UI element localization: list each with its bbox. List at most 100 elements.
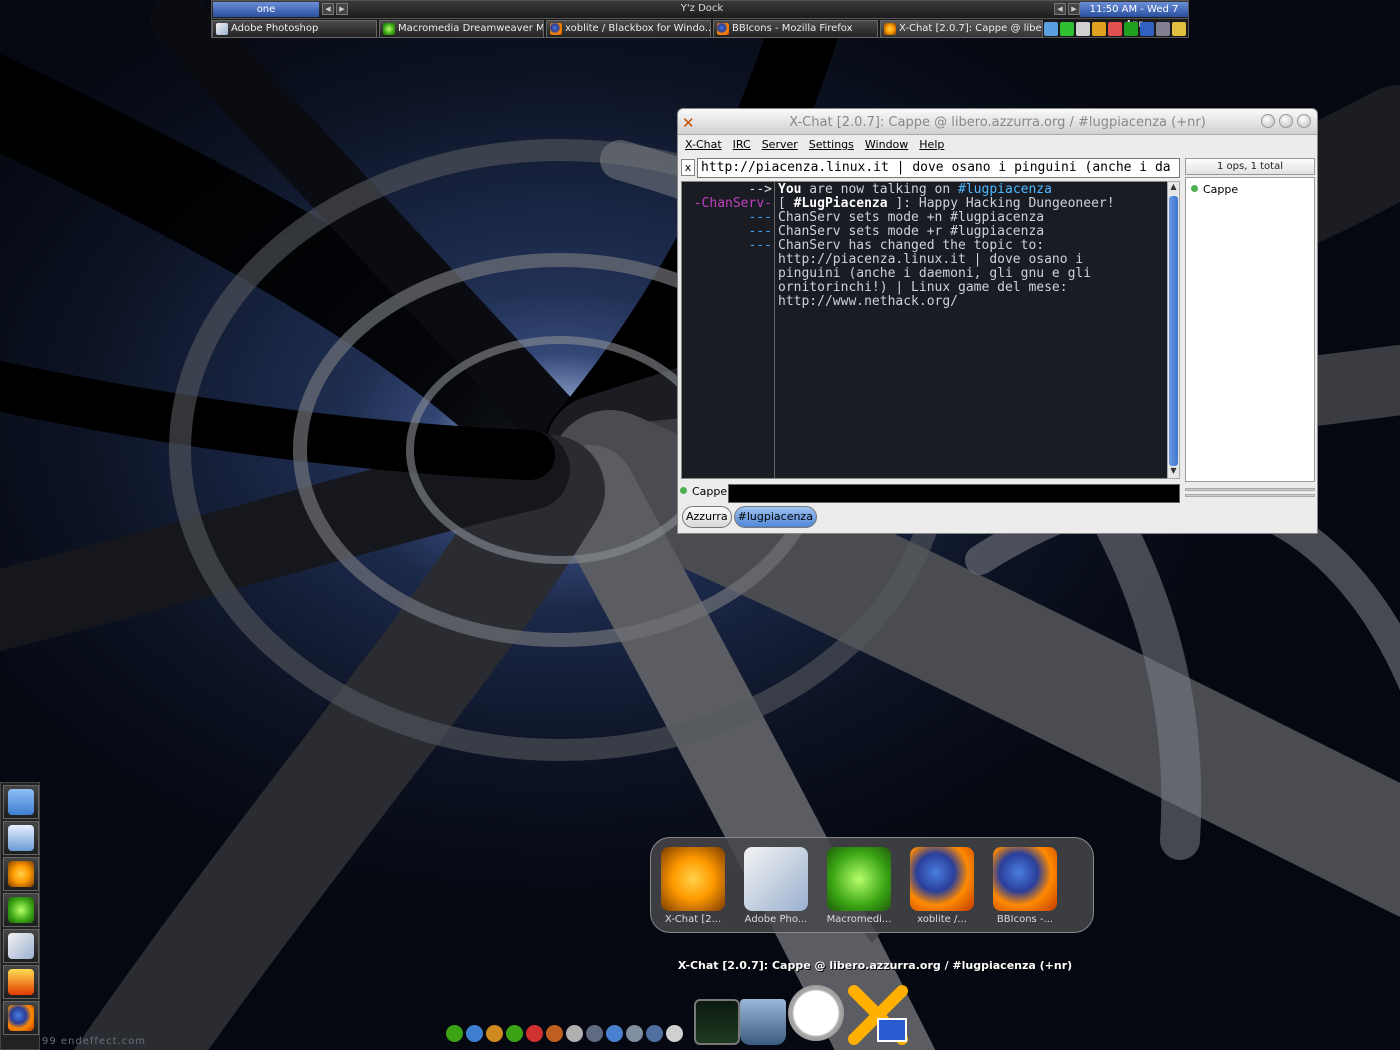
url-link[interactable]: http://www.nethack.org/	[778, 295, 1164, 309]
next-window-button[interactable]: ▶	[1068, 3, 1080, 15]
launch-dreamweaver[interactable]	[3, 893, 39, 927]
tab-lugpiacenza[interactable]: #lugpiacenza	[733, 506, 817, 528]
prev-workspace-button[interactable]: ◀	[322, 3, 334, 15]
line-prefix: ---	[748, 238, 772, 253]
task-xchat[interactable]: X-Chat [2.0.7]: Cappe @ libe...	[880, 20, 1043, 38]
dreamweaver-icon[interactable]	[506, 1025, 523, 1042]
nick-button[interactable]: Cappe	[680, 485, 727, 498]
dock-label: X-Chat [2...	[664, 914, 722, 925]
dock-item-xoblite[interactable]: xoblite /...	[904, 847, 980, 925]
firefox-icon	[550, 23, 562, 35]
task-photoshop[interactable]: Adobe Photoshop	[212, 20, 377, 38]
channel-tabs: Azzurra #lugpiacenza	[682, 506, 817, 530]
topic-bar: x http://piacenza.linux.it | dove osano …	[680, 157, 1180, 179]
tab-azzurra[interactable]: Azzurra	[682, 506, 732, 528]
launch-heat[interactable]	[3, 965, 39, 999]
app-icon[interactable]	[586, 1025, 603, 1042]
app-icon[interactable]	[466, 1025, 483, 1042]
launch-photoshop[interactable]	[3, 929, 39, 963]
photoshop-icon	[744, 847, 808, 911]
cpu-meter-icon[interactable]	[1124, 22, 1138, 36]
chat-text-area[interactable]: --> You are now talking on #lugpiacenza …	[681, 181, 1168, 479]
quick-launch-bar	[0, 782, 40, 1050]
my-computer-icon	[8, 825, 34, 851]
traffic-light-icon[interactable]	[1060, 22, 1074, 36]
toolbar-slit: one ◀ ▶ Y'z Dock ◀ ▶ 11:50 AM - Wed 7 Ap…	[211, 0, 1189, 38]
xchat-logo	[848, 985, 908, 1045]
window-titlebar[interactable]: ✕ X-Chat [2.0.7]: Cappe @ libero.azzurra…	[678, 109, 1317, 135]
dock-item-xchat[interactable]: X-Chat [2...	[655, 847, 731, 925]
message-input[interactable]	[728, 484, 1180, 503]
dock-label: BBIcons -...	[996, 914, 1054, 925]
menu-window[interactable]: Window	[862, 135, 916, 155]
app-icon[interactable]	[606, 1025, 623, 1042]
chat-scrollbar[interactable]: ▲ ▼	[1167, 181, 1180, 479]
app-icon[interactable]	[486, 1025, 503, 1042]
network-icon[interactable]	[1044, 22, 1058, 36]
line-prefix: ---	[748, 224, 772, 239]
pane-resize-handle[interactable]	[1185, 485, 1315, 501]
launch-my-computer[interactable]	[3, 821, 39, 855]
notepad-icon	[8, 789, 34, 815]
task-dreamweaver[interactable]: Macromedia Dreamweaver M...	[379, 20, 544, 38]
dreamweaver-icon	[8, 897, 34, 923]
app-icon[interactable]	[526, 1025, 543, 1042]
dock-tooltip: X-Chat [2.0.7]: Cappe @ libero.azzurra.o…	[677, 959, 1073, 972]
input-row: Cappe	[680, 483, 1180, 505]
close-tab-button[interactable]: x	[681, 159, 695, 176]
cpu-monitor-icon[interactable]	[694, 999, 740, 1045]
app-icon[interactable]	[646, 1025, 663, 1042]
topic-input[interactable]: http://piacenza.linux.it | dove osano i …	[697, 158, 1180, 178]
task-xoblite[interactable]: xoblite / Blackbox for Windo...	[546, 20, 711, 38]
app-icon[interactable]	[566, 1025, 583, 1042]
dock-item-bbicons[interactable]: BBIcons -...	[987, 847, 1063, 925]
dock-pointer	[864, 933, 880, 943]
launch-xchat[interactable]	[3, 857, 39, 891]
task-bbicons[interactable]: BBIcons - Mozilla Firefox	[713, 20, 878, 38]
close-button[interactable]	[1297, 114, 1311, 128]
messenger-icon[interactable]	[1076, 22, 1090, 36]
menu-irc[interactable]: IRC	[730, 135, 759, 155]
channel-link[interactable]: #lugpiacenza	[958, 182, 1052, 197]
volume-icon[interactable]	[1140, 22, 1154, 36]
app-icon[interactable]	[546, 1025, 563, 1042]
clock-icon[interactable]	[788, 985, 844, 1041]
antivirus-icon[interactable]	[1108, 22, 1122, 36]
menu-bar: X-Chat IRC Server Settings Window Help	[678, 135, 1317, 155]
scroll-thumb[interactable]	[1169, 196, 1178, 466]
app-icon[interactable]	[446, 1025, 463, 1042]
dock-title: Y'z Dock	[680, 3, 724, 14]
launch-notepad[interactable]	[3, 785, 39, 819]
minimize-button[interactable]	[1261, 114, 1275, 128]
menu-server[interactable]: Server	[759, 135, 806, 155]
menu-xchat[interactable]: X-Chat	[682, 135, 730, 155]
user-list[interactable]: Cappe	[1185, 177, 1315, 482]
next-workspace-button[interactable]: ▶	[336, 3, 348, 15]
menu-settings[interactable]: Settings	[806, 135, 862, 155]
prev-window-button[interactable]: ◀	[1054, 3, 1066, 15]
dock-item-dreamweaver[interactable]: Macromedi...	[821, 847, 897, 925]
winamp-icon[interactable]	[1092, 22, 1106, 36]
launch-firefox[interactable]	[3, 1001, 39, 1035]
app-icon[interactable]	[666, 1025, 683, 1042]
maximize-button[interactable]	[1279, 114, 1293, 128]
dock-label: Macromedi...	[826, 914, 892, 925]
tray-icon[interactable]	[1156, 22, 1170, 36]
xchat-icon[interactable]	[848, 985, 908, 1045]
line-prefix: -->	[748, 182, 772, 197]
wallpaper-credit: 99 endeffect.com	[42, 1036, 147, 1047]
dreamweaver-icon	[383, 23, 395, 35]
user-item[interactable]: Cappe	[1191, 183, 1238, 196]
line-text: [ #LugPiacenza ]: Happy Hacking Dungeone…	[778, 197, 1164, 211]
dock-item-photoshop[interactable]: Adobe Pho...	[738, 847, 814, 925]
line-text: You are now talking on #lugpiacenza	[778, 183, 1164, 197]
firefox-icon	[8, 1005, 34, 1031]
tray-icon[interactable]	[1172, 22, 1186, 36]
trash-icon[interactable]	[740, 999, 786, 1045]
workspace-name[interactable]: one	[213, 2, 319, 17]
menu-help[interactable]: Help	[916, 135, 952, 155]
app-icon[interactable]	[626, 1025, 643, 1042]
scroll-down-arrow[interactable]: ▼	[1168, 466, 1179, 478]
scroll-up-arrow[interactable]: ▲	[1168, 182, 1179, 194]
you-label: You	[778, 182, 802, 197]
